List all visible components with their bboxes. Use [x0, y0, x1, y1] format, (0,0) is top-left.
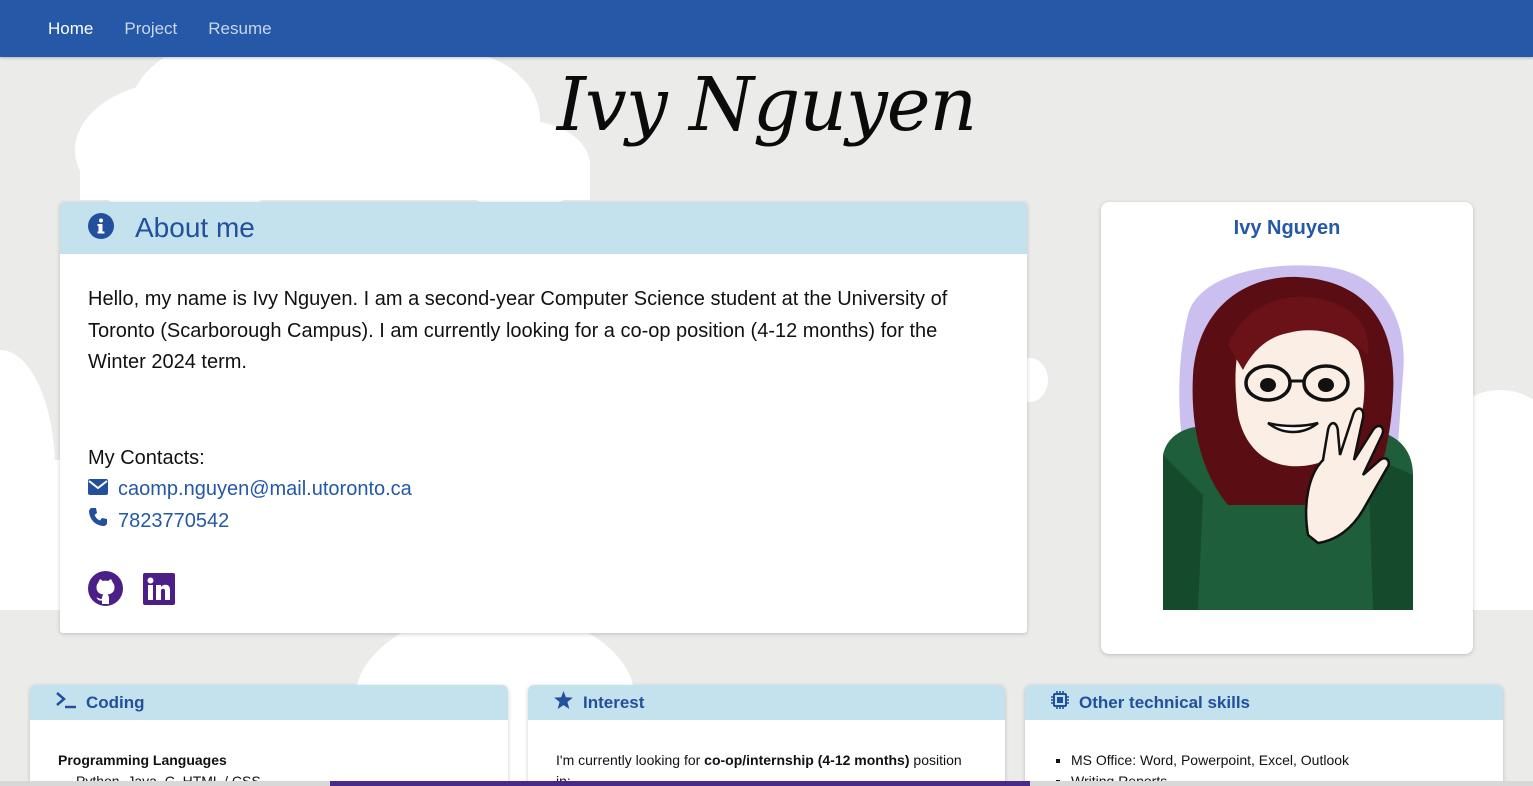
phone-icon	[88, 506, 108, 538]
about-header: About me	[60, 202, 1027, 254]
email-row: caomp.nguyen@mail.utoronto.ca	[88, 474, 999, 506]
nav-project[interactable]: Project	[124, 19, 177, 39]
phone-row: 7823770542	[88, 506, 999, 538]
coding-subheading: Programming Languages	[58, 752, 227, 768]
top-navbar: Home Project Resume	[0, 0, 1533, 57]
social-links	[88, 571, 999, 617]
skills-header: Other technical skills	[1025, 685, 1503, 720]
interest-heading: Interest	[583, 692, 645, 712]
interest-text: I'm currently looking for co-op/internsh…	[556, 752, 962, 786]
avatar-illustration	[1163, 265, 1413, 610]
page-title: Ivy Nguyen	[556, 62, 977, 148]
email-link[interactable]: caomp.nguyen@mail.utoronto.ca	[118, 474, 412, 506]
about-intro: Hello, my name is Ivy Nguyen. I am a sec…	[88, 288, 948, 373]
about-heading: About me	[135, 212, 255, 243]
chip-icon	[1051, 691, 1069, 714]
coding-card: Coding Programming Languages Python, Jav…	[30, 685, 508, 786]
star-icon	[554, 691, 573, 714]
interest-card: Interest I'm currently looking for co-op…	[528, 685, 1005, 786]
contacts-label: My Contacts:	[88, 446, 205, 469]
scrollbar-thumb[interactable]	[330, 781, 1030, 786]
coding-header: Coding	[30, 685, 508, 720]
skills-card: Other technical skills MS Office: Word, …	[1025, 685, 1503, 786]
profile-card: Ivy Nguyen	[1101, 202, 1473, 654]
skills-heading: Other technical skills	[1079, 692, 1251, 712]
nav-resume[interactable]: Resume	[208, 19, 271, 39]
skills-item: MS Office: Word, Powerpoint, Excel, Outl…	[1071, 750, 1475, 771]
linkedin-icon[interactable]	[143, 572, 175, 616]
phone-link[interactable]: 7823770542	[118, 506, 229, 538]
github-icon[interactable]	[88, 571, 123, 617]
profile-name: Ivy Nguyen	[1233, 217, 1341, 239]
info-icon	[87, 212, 115, 245]
horizontal-scrollbar[interactable]	[0, 781, 1533, 786]
terminal-icon	[56, 691, 76, 714]
interest-header: Interest	[528, 685, 1005, 720]
about-card: About me Hello, my name is Ivy Nguyen. I…	[60, 202, 1027, 633]
nav-home[interactable]: Home	[48, 19, 93, 39]
envelope-icon	[88, 474, 108, 506]
coding-heading: Coding	[86, 692, 145, 712]
